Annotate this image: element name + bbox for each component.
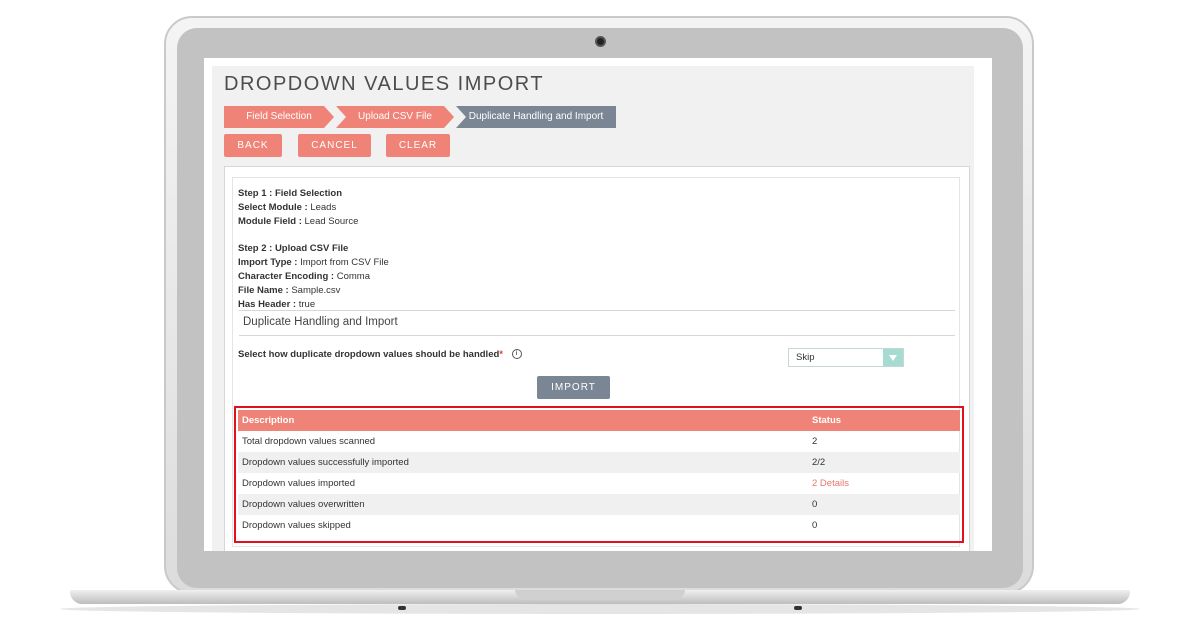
table-row: Dropdown values overwritten 0 [238, 494, 960, 515]
cancel-button[interactable]: CANCEL [298, 134, 371, 157]
table-row: Dropdown values skipped 0 [238, 515, 960, 536]
row-description: Dropdown values skipped [242, 520, 351, 531]
step2-heading: Step 2 : Upload CSV File [238, 243, 349, 254]
step2-summary: Step 2 : Upload CSV File Import Type : I… [238, 242, 389, 312]
encoding-label: Character Encoding : [238, 271, 335, 282]
table-row: Total dropdown values scanned 2 [238, 431, 960, 452]
step-duplicate-handling[interactable]: Duplicate Handling and Import [456, 106, 616, 128]
duplicate-question: Select how duplicate dropdown values sho… [238, 349, 522, 360]
screen: DROPDOWN VALUES IMPORT Field Selection U… [204, 58, 992, 551]
results-table-highlight: Description Status Total dropdown values… [234, 406, 964, 543]
module-value: Leads [310, 202, 337, 213]
section-divider [239, 310, 955, 311]
chevron-down-icon[interactable] [883, 349, 903, 366]
laptop-foot [794, 606, 802, 610]
table-row: Dropdown values imported 2 Details [238, 473, 960, 494]
required-marker: * [499, 349, 503, 360]
duplicate-handling-select[interactable]: Skip [788, 348, 904, 367]
webcam-icon [595, 36, 606, 47]
step1-heading: Step 1 : Field Selection [238, 188, 342, 199]
encoding-value: Comma [336, 271, 370, 282]
details-link[interactable]: 2 Details [812, 478, 849, 489]
file-name-value: Sample.csv [291, 285, 341, 296]
step-upload-csv[interactable]: Upload CSV File [336, 106, 454, 128]
duplicate-handling-value: Skip [796, 352, 815, 363]
table-row: Dropdown values successfully imported 2/… [238, 452, 960, 473]
clear-button[interactable]: CLEAR [386, 134, 450, 157]
step1-summary: Step 1 : Field Selection Select Module :… [238, 187, 358, 229]
step-field-selection[interactable]: Field Selection [224, 106, 334, 128]
import-button[interactable]: IMPORT [537, 376, 610, 399]
row-description: Dropdown values successfully imported [238, 452, 808, 473]
table-header-row: Description Status [238, 410, 960, 431]
row-status: 2/2 [808, 452, 960, 473]
status-column-header: Status [808, 410, 960, 431]
section-title: Duplicate Handling and Import [243, 316, 398, 328]
description-column-header: Description [238, 410, 808, 431]
import-type-label: Import Type : [238, 257, 298, 268]
laptop-shadow [60, 604, 1140, 614]
results-table: Description Status Total dropdown values… [238, 410, 960, 536]
back-button[interactable]: BACK [224, 134, 282, 157]
info-icon[interactable]: i [511, 349, 522, 360]
laptop-notch [515, 590, 685, 598]
row-description: Dropdown values imported [242, 478, 356, 489]
main-panel: Step 1 : Field Selection Select Module :… [224, 166, 970, 551]
module-field-value: Lead Source [304, 216, 359, 227]
import-summary-box: Step 1 : Field Selection Select Module :… [232, 177, 964, 547]
has-header-label: Has Header : [238, 299, 297, 310]
module-field-label: Module Field : [238, 216, 302, 227]
row-description: Total dropdown values scanned [242, 436, 376, 447]
duplicate-question-text: Select how duplicate dropdown values sho… [238, 349, 500, 360]
row-description: Dropdown values overwritten [238, 494, 808, 515]
page-title: DROPDOWN VALUES IMPORT [224, 73, 545, 95]
row-status: 0 [812, 520, 818, 531]
row-status: 2 [812, 436, 818, 447]
module-label: Select Module : [238, 202, 308, 213]
page-background: DROPDOWN VALUES IMPORT Field Selection U… [212, 66, 974, 551]
row-status: 0 [808, 494, 960, 515]
laptop-foot [398, 606, 406, 610]
file-name-label: File Name : [238, 285, 289, 296]
import-type-value: Import from CSV File [300, 257, 389, 268]
has-header-value: true [298, 299, 316, 310]
section-divider [239, 335, 955, 336]
